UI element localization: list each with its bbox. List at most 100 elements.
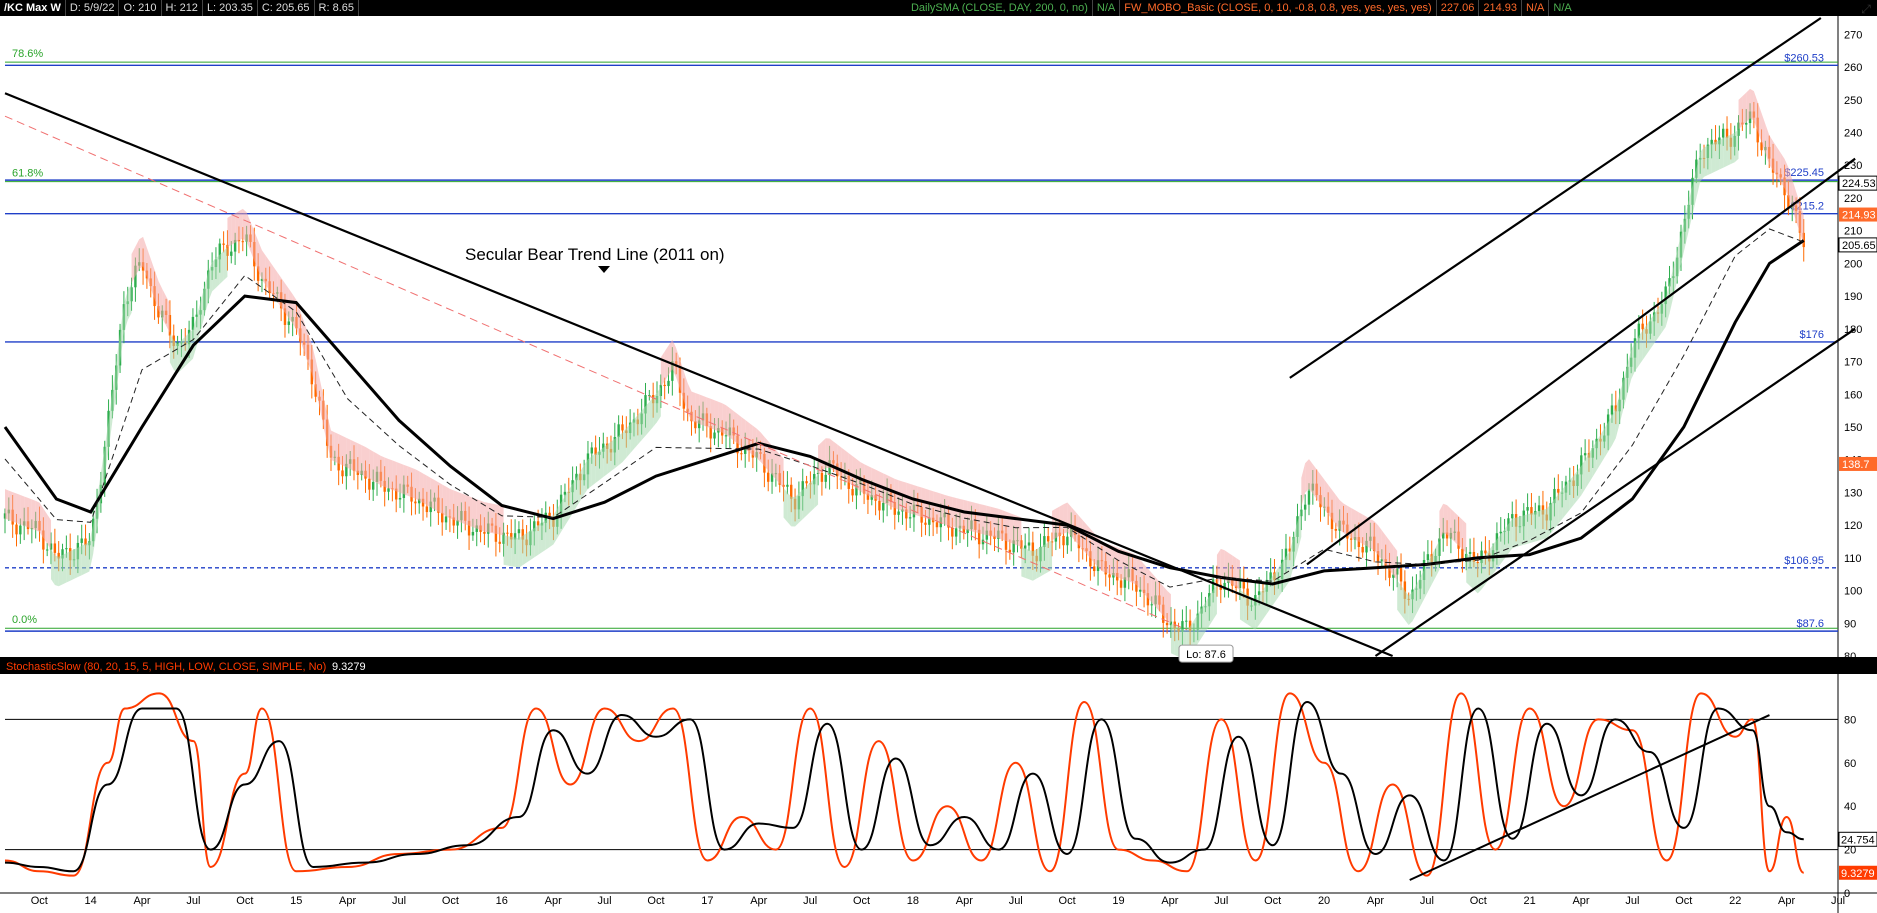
mobo-band-segment bbox=[572, 477, 577, 514]
mobo-band-segment bbox=[791, 496, 796, 527]
mobo-band-segment bbox=[1458, 516, 1463, 550]
price-chart[interactable]: $260.53$225.45$215.2$176$106.95$87.678.6… bbox=[0, 0, 1877, 913]
mobo-band-segment bbox=[1397, 580, 1402, 615]
mobo-band-segment bbox=[51, 549, 55, 585]
candle-body bbox=[805, 481, 808, 484]
candle-body bbox=[1307, 490, 1311, 505]
time-axis-tick: 20 bbox=[1318, 895, 1330, 907]
mobo-band-segment bbox=[837, 444, 842, 477]
mobo-band-segment bbox=[47, 514, 52, 550]
mobo-band-segment bbox=[1588, 447, 1593, 483]
mobo-band-segment bbox=[798, 489, 803, 523]
mobo-band-segment bbox=[1312, 464, 1317, 499]
mobo-band-segment bbox=[1320, 474, 1325, 510]
mobo-band-segment bbox=[1101, 541, 1106, 573]
time-axis-tick: Jul bbox=[1831, 895, 1845, 907]
mobo-band-segment bbox=[1328, 484, 1333, 520]
mobo-band-segment bbox=[330, 430, 335, 462]
mobo-band-segment bbox=[1780, 152, 1785, 189]
mobo-band-segment bbox=[660, 351, 665, 387]
mobo-band-segment bbox=[403, 464, 408, 496]
mobo-band-segment bbox=[269, 261, 274, 297]
mobo-band-segment bbox=[952, 496, 957, 528]
mobo-band-segment bbox=[1512, 517, 1517, 549]
mobo-band-segment bbox=[986, 505, 991, 537]
mobo-band-segment bbox=[1769, 135, 1774, 171]
candle-body bbox=[1610, 405, 1614, 415]
price-axis-tick: 160 bbox=[1844, 389, 1862, 401]
mobo-band-segment bbox=[469, 496, 473, 528]
mobo-band-segment bbox=[1715, 140, 1720, 172]
mobo-band-segment bbox=[415, 469, 420, 501]
mobo-band-segment bbox=[603, 444, 608, 478]
mobo-band-segment bbox=[1723, 136, 1728, 168]
time-axis-tick: 22 bbox=[1729, 895, 1741, 907]
mobo-band-segment bbox=[85, 542, 90, 574]
mobo-band-segment bbox=[1213, 584, 1217, 620]
mobo-band-segment bbox=[488, 502, 493, 534]
mobo-band-segment bbox=[971, 501, 976, 533]
mobo-band-segment bbox=[963, 499, 968, 531]
candle-body bbox=[1468, 551, 1472, 554]
mobo-band-segment bbox=[630, 419, 634, 454]
mobo-band-segment bbox=[656, 386, 661, 423]
time-axis-tick: Oct bbox=[1059, 895, 1076, 907]
mobo-band-segment bbox=[346, 437, 351, 470]
mobo-band-segment bbox=[8, 490, 13, 522]
mobo-band-segment bbox=[472, 497, 477, 529]
mobo-band-segment bbox=[1711, 141, 1716, 174]
mobo-band-segment bbox=[764, 436, 769, 471]
time-axis-tick: Jul bbox=[598, 895, 612, 907]
candle-body bbox=[19, 525, 22, 535]
time-axis-tick: Oct bbox=[1675, 895, 1692, 907]
mobo-band-segment bbox=[484, 502, 489, 533]
candle-body bbox=[371, 482, 375, 490]
candle-body bbox=[924, 522, 927, 525]
mobo-band-segment bbox=[541, 520, 546, 553]
mobo-band-segment bbox=[1542, 508, 1547, 540]
mobo-band-segment bbox=[173, 340, 178, 374]
mobo-band-segment bbox=[1067, 502, 1072, 537]
mobo-band-segment bbox=[1447, 505, 1451, 539]
mobo-band-segment bbox=[821, 438, 826, 472]
mobo-band-segment bbox=[1650, 314, 1655, 349]
mobo-band-segment bbox=[1527, 513, 1532, 544]
fib-level-label: 0.0% bbox=[12, 614, 37, 626]
expand-icon[interactable]: ⤢ bbox=[1859, 2, 1873, 16]
time-axis-tick: Oct bbox=[1264, 895, 1281, 907]
mobo-band-segment bbox=[350, 439, 355, 471]
mobo-band-segment bbox=[1025, 548, 1030, 580]
mobo-band-segment bbox=[1734, 129, 1739, 163]
mobo-band-segment bbox=[668, 339, 673, 376]
mobo-band-segment bbox=[219, 250, 224, 285]
mobo-band-segment bbox=[814, 475, 819, 509]
mobo-band-segment bbox=[518, 535, 523, 568]
mobo-band-segment bbox=[1144, 564, 1148, 599]
mobo-band-segment bbox=[1704, 145, 1708, 177]
mobo-band-segment bbox=[1654, 308, 1658, 344]
mobo-band-segment bbox=[1220, 548, 1225, 580]
mobo-band-segment bbox=[1163, 586, 1168, 621]
candle-body bbox=[724, 435, 728, 437]
mobo-band-segment bbox=[714, 400, 719, 432]
x-axis-bar bbox=[0, 894, 1877, 913]
mobo-band-segment bbox=[515, 537, 519, 568]
mobo-band-segment bbox=[1140, 559, 1145, 594]
time-axis-tick: 21 bbox=[1524, 895, 1536, 907]
mobo-band-segment bbox=[1040, 544, 1045, 577]
mobo-band-segment bbox=[1262, 584, 1267, 620]
mobo-band-segment bbox=[361, 445, 366, 477]
mobo-band-segment bbox=[1251, 597, 1256, 630]
mobo-band-segment bbox=[1504, 524, 1509, 559]
mobo-band-segment bbox=[1278, 562, 1283, 598]
candle-body bbox=[241, 241, 244, 243]
mobo-band-segment bbox=[392, 460, 397, 492]
trendline-annotation: Secular Bear Trend Line (2011 on) bbox=[465, 245, 725, 264]
mobo-band-segment bbox=[265, 255, 270, 291]
mobo-band-segment bbox=[20, 494, 25, 526]
time-axis-tick: Jul bbox=[803, 895, 817, 907]
mobo-band-segment bbox=[1270, 573, 1275, 609]
mobo-band-segment bbox=[841, 447, 845, 480]
mobo-band-segment bbox=[1401, 585, 1405, 621]
mobo-band-segment bbox=[281, 277, 285, 313]
